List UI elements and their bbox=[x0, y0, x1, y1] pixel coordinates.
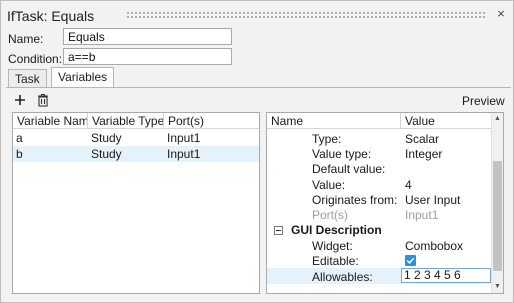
editable-checkbox[interactable] bbox=[405, 255, 416, 266]
column-header-ports[interactable]: Port(s) bbox=[164, 113, 259, 129]
iftask-dialog: IfTask: Equals × Name: Condition: Task V… bbox=[0, 0, 514, 303]
variable-name-cell: b bbox=[16, 147, 23, 161]
prop-value-type-label: Value type: bbox=[312, 147, 372, 161]
column-header-value[interactable]: Value bbox=[401, 113, 491, 129]
scroll-up-icon[interactable]: ▲ bbox=[492, 114, 503, 124]
prop-value-value[interactable]: 4 bbox=[405, 178, 412, 192]
add-icon[interactable] bbox=[13, 93, 27, 107]
prop-value-type-value[interactable]: Integer bbox=[405, 147, 442, 161]
column-header-variable-name[interactable]: Variable Name bbox=[13, 113, 88, 129]
column-header-name[interactable]: Name bbox=[267, 113, 401, 129]
prop-originates-value[interactable]: User Input bbox=[405, 193, 460, 207]
prop-ports-value: Input1 bbox=[405, 208, 439, 222]
tab-task[interactable]: Task bbox=[8, 69, 47, 87]
prop-widget-value[interactable]: Combobox bbox=[405, 239, 463, 253]
properties-panel: Name Value Type: Scalar Value type: Inte… bbox=[266, 112, 504, 294]
close-icon[interactable]: × bbox=[494, 7, 508, 21]
prop-widget-label: Widget: bbox=[312, 239, 353, 253]
variable-type-cell: Study bbox=[91, 147, 122, 161]
condition-label: Condition: bbox=[8, 52, 63, 66]
prop-type-value[interactable]: Scalar bbox=[405, 132, 439, 146]
variable-name-cell: a bbox=[16, 131, 23, 145]
variable-type-cell: Study bbox=[91, 131, 122, 145]
condition-field[interactable] bbox=[63, 48, 232, 65]
table-row-selected[interactable]: b Study Input1 bbox=[13, 146, 259, 162]
gui-description-header[interactable]: GUI Description bbox=[291, 223, 382, 237]
scroll-thumb[interactable] bbox=[493, 161, 502, 271]
prop-originates-label: Originates from: bbox=[312, 193, 398, 207]
prop-allowables-label: Allowables: bbox=[312, 270, 373, 284]
preview-link[interactable]: Preview bbox=[462, 94, 505, 108]
properties-scrollbar[interactable]: ▲ ▼ bbox=[491, 113, 503, 293]
port-cell: Input1 bbox=[167, 131, 201, 145]
table-row[interactable]: a Study Input1 bbox=[13, 130, 259, 146]
tab-divider bbox=[6, 87, 511, 88]
dialog-title: IfTask: Equals bbox=[7, 8, 95, 24]
name-label: Name: bbox=[8, 32, 44, 46]
prop-default-value-label: Default value: bbox=[312, 162, 386, 176]
drag-handle[interactable] bbox=[126, 11, 486, 19]
prop-value-label: Value: bbox=[312, 178, 346, 192]
trash-icon[interactable] bbox=[36, 93, 50, 107]
prop-type-label: Type: bbox=[312, 132, 342, 146]
scroll-down-icon[interactable]: ▼ bbox=[492, 282, 503, 292]
prop-editable-label: Editable: bbox=[312, 254, 359, 268]
collapse-icon[interactable] bbox=[274, 226, 283, 235]
port-cell: Input1 bbox=[167, 147, 201, 161]
title-bar[interactable]: IfTask: Equals × bbox=[1, 1, 513, 29]
name-field[interactable] bbox=[63, 28, 232, 45]
allowables-input[interactable]: 1 2 3 4 5 6 bbox=[401, 268, 491, 283]
column-header-variable-type[interactable]: Variable Type bbox=[88, 113, 164, 129]
prop-ports-label: Port(s) bbox=[312, 208, 348, 222]
variables-table: Variable Name Variable Type Port(s) a St… bbox=[12, 112, 260, 294]
tab-variables[interactable]: Variables bbox=[51, 67, 115, 88]
